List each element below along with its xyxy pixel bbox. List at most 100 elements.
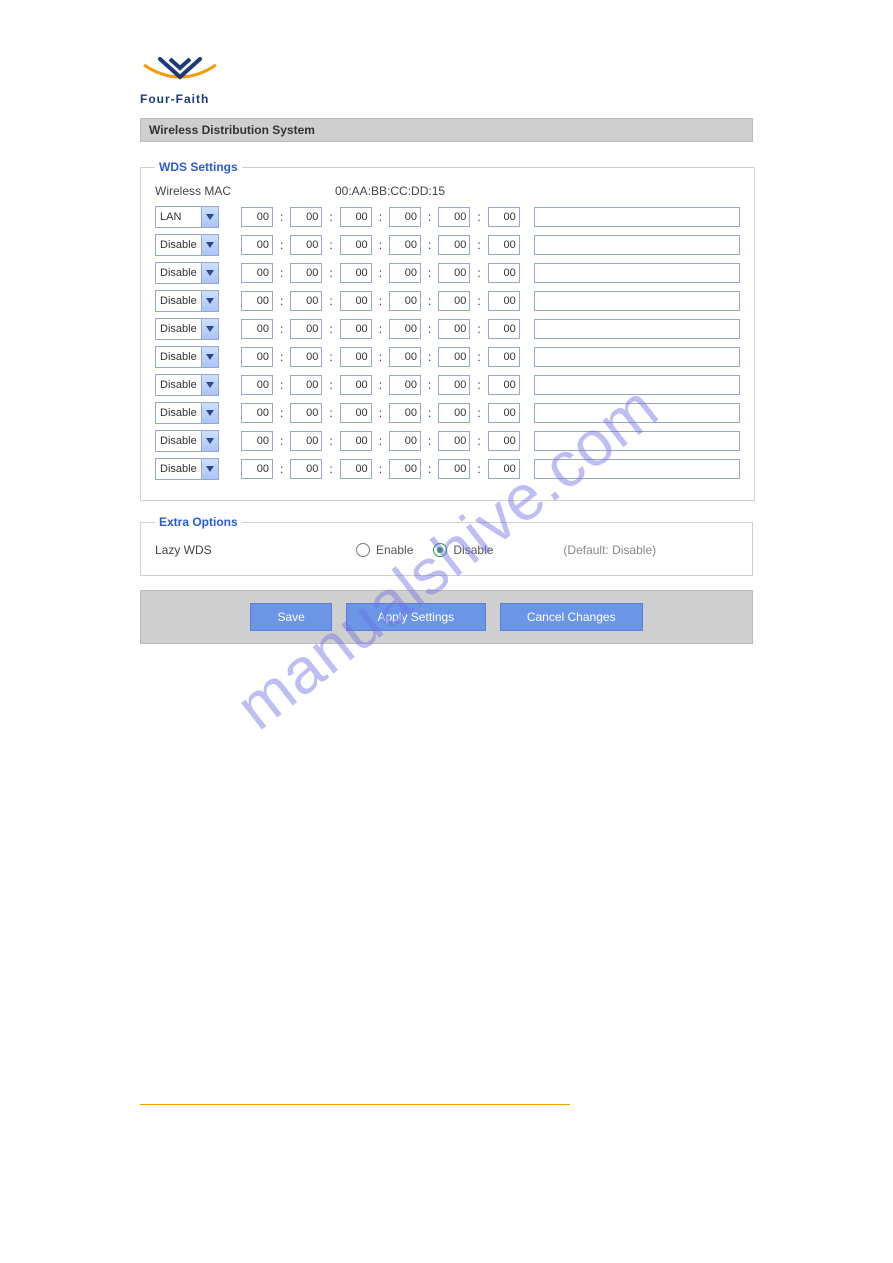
mac-octet-input[interactable]: 00: [389, 319, 421, 339]
mac-octet-input[interactable]: 00: [241, 431, 273, 451]
mac-octet-input[interactable]: 00: [488, 375, 520, 395]
mac-octet-input[interactable]: 00: [488, 235, 520, 255]
mac-octet-input[interactable]: 00: [340, 291, 372, 311]
mac-octet-input[interactable]: 00: [290, 375, 322, 395]
wds-note-input[interactable]: [534, 459, 740, 479]
mac-octet-input[interactable]: 00: [340, 459, 372, 479]
wds-note-input[interactable]: [534, 319, 740, 339]
mac-octet-input[interactable]: 00: [389, 347, 421, 367]
mac-octet-input[interactable]: 00: [340, 431, 372, 451]
wds-mode-value: Disable: [156, 263, 201, 283]
mac-octet-input[interactable]: 00: [438, 207, 470, 227]
mac-octet-input[interactable]: 00: [389, 263, 421, 283]
mac-octet-input[interactable]: 00: [290, 347, 322, 367]
wds-note-input[interactable]: [534, 263, 740, 283]
wds-note-input[interactable]: [534, 375, 740, 395]
mac-octet-input[interactable]: 00: [241, 375, 273, 395]
mac-octet-input[interactable]: 00: [389, 431, 421, 451]
mac-octet-input[interactable]: 00: [340, 347, 372, 367]
mac-octet-input[interactable]: 00: [290, 459, 322, 479]
mac-octet-input[interactable]: 00: [241, 347, 273, 367]
mac-octet-input[interactable]: 00: [290, 291, 322, 311]
mac-octet-input[interactable]: 00: [389, 403, 421, 423]
wds-mode-select[interactable]: Disable: [155, 346, 219, 368]
wds-mode-select[interactable]: Disable: [155, 430, 219, 452]
mac-octet-input[interactable]: 00: [438, 403, 470, 423]
mac-octet-input[interactable]: 00: [290, 403, 322, 423]
wds-mode-value: LAN: [156, 207, 201, 227]
mac-octet-input[interactable]: 00: [488, 459, 520, 479]
mac-octet-input[interactable]: 00: [241, 319, 273, 339]
mac-octet-input[interactable]: 00: [438, 291, 470, 311]
lazy-wds-enable-radio[interactable]: Enable: [356, 543, 427, 557]
mac-octet-input[interactable]: 00: [241, 403, 273, 423]
wds-mode-value: Disable: [156, 291, 201, 311]
mac-octet-input[interactable]: 00: [488, 431, 520, 451]
mac-separator: :: [427, 434, 432, 448]
mac-octet-input[interactable]: 00: [340, 207, 372, 227]
mac-octet-input[interactable]: 00: [488, 347, 520, 367]
mac-octet-input[interactable]: 00: [488, 207, 520, 227]
lazy-wds-disable-radio[interactable]: Disable: [433, 543, 507, 557]
mac-octet-input[interactable]: 00: [290, 431, 322, 451]
mac-octet-input[interactable]: 00: [290, 319, 322, 339]
save-button[interactable]: Save: [250, 603, 331, 631]
wds-note-input[interactable]: [534, 431, 740, 451]
mac-octet-input[interactable]: 00: [290, 207, 322, 227]
mac-octet-input[interactable]: 00: [241, 291, 273, 311]
mac-octet-input[interactable]: 00: [488, 403, 520, 423]
chevron-down-icon: [201, 403, 218, 423]
mac-octet-input[interactable]: 00: [488, 319, 520, 339]
mac-octet-input[interactable]: 00: [340, 403, 372, 423]
mac-separator: :: [328, 322, 333, 336]
mac-separator: :: [427, 462, 432, 476]
mac-octet-input[interactable]: 00: [438, 431, 470, 451]
mac-octet-input[interactable]: 00: [241, 235, 273, 255]
mac-octet-input[interactable]: 00: [389, 459, 421, 479]
wds-note-input[interactable]: [534, 235, 740, 255]
mac-separator: :: [279, 294, 284, 308]
wds-mode-select[interactable]: Disable: [155, 290, 219, 312]
mac-separator: :: [279, 406, 284, 420]
wds-note-input[interactable]: [534, 347, 740, 367]
chevron-down-icon: [201, 263, 218, 283]
mac-octet-input[interactable]: 00: [438, 319, 470, 339]
mac-octet-input[interactable]: 00: [340, 375, 372, 395]
mac-octet-input[interactable]: 00: [389, 235, 421, 255]
mac-separator: :: [378, 238, 383, 252]
wds-mode-select[interactable]: LAN: [155, 206, 219, 228]
mac-octet-input[interactable]: 00: [389, 291, 421, 311]
mac-octet-input[interactable]: 00: [290, 235, 322, 255]
mac-octet-input[interactable]: 00: [290, 263, 322, 283]
mac-octet-input[interactable]: 00: [340, 319, 372, 339]
apply-settings-button[interactable]: Apply Settings: [346, 603, 486, 631]
wds-mode-select[interactable]: Disable: [155, 374, 219, 396]
mac-octet-input[interactable]: 00: [241, 263, 273, 283]
mac-separator: :: [476, 294, 481, 308]
mac-octet-input[interactable]: 00: [241, 207, 273, 227]
mac-separator: :: [279, 322, 284, 336]
mac-octet-input[interactable]: 00: [438, 375, 470, 395]
footer-rule: [140, 1104, 570, 1105]
mac-octet-input[interactable]: 00: [488, 263, 520, 283]
mac-octet-input[interactable]: 00: [438, 235, 470, 255]
mac-octet-input[interactable]: 00: [438, 347, 470, 367]
wds-mode-select[interactable]: Disable: [155, 234, 219, 256]
mac-octet-input[interactable]: 00: [340, 235, 372, 255]
wds-mode-select[interactable]: Disable: [155, 262, 219, 284]
mac-octet-input[interactable]: 00: [241, 459, 273, 479]
mac-octet-input[interactable]: 00: [438, 263, 470, 283]
mac-octet-input[interactable]: 00: [340, 263, 372, 283]
chevron-down-icon: [201, 207, 218, 227]
mac-octet-input[interactable]: 00: [488, 291, 520, 311]
wds-note-input[interactable]: [534, 207, 740, 227]
wds-mode-select[interactable]: Disable: [155, 402, 219, 424]
mac-octet-input[interactable]: 00: [389, 207, 421, 227]
wds-mode-select[interactable]: Disable: [155, 318, 219, 340]
mac-octet-input[interactable]: 00: [389, 375, 421, 395]
wds-mode-select[interactable]: Disable: [155, 458, 219, 480]
cancel-changes-button[interactable]: Cancel Changes: [500, 603, 643, 631]
wds-note-input[interactable]: [534, 403, 740, 423]
mac-octet-input[interactable]: 00: [438, 459, 470, 479]
wds-note-input[interactable]: [534, 291, 740, 311]
